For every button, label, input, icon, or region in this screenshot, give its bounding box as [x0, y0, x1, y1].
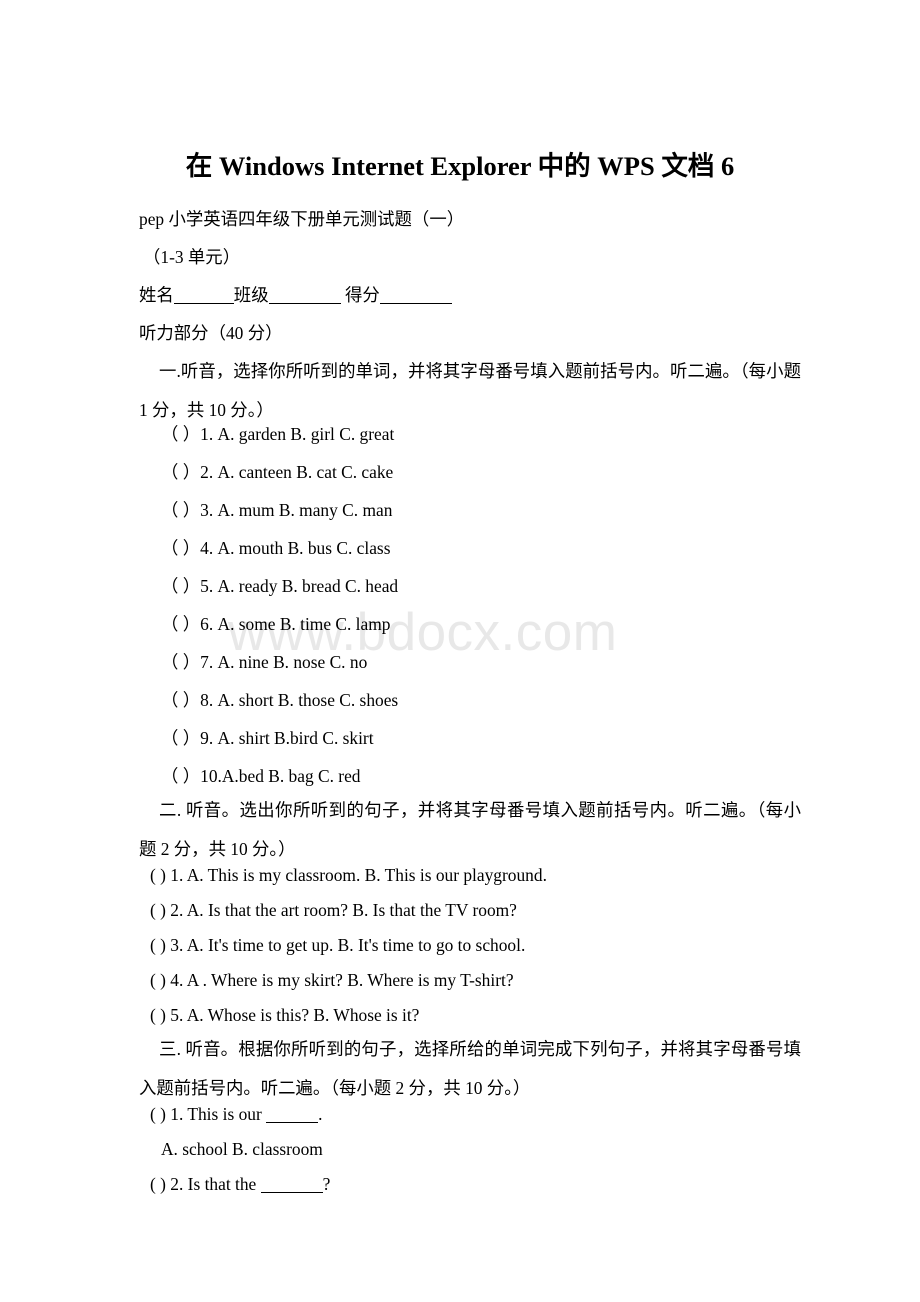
score-blank[interactable]: [379, 303, 452, 304]
document-page: www.bdocx.com 在 Windows Internet Explore…: [0, 0, 920, 1302]
section-one-item-8: （ ）8. A. short B. those C. shoes: [161, 690, 399, 710]
section-one-item-5: （ ）5. A. ready B. bread C. head: [161, 576, 399, 596]
section-three-item-2-prefix: ( ) 2. Is that the: [150, 1174, 261, 1194]
section-three-item-2-suffix: ?: [322, 1174, 331, 1194]
score-label: 得分: [344, 285, 380, 305]
section-two-item-1: ( ) 1. A. This is my classroom. B. This …: [150, 865, 547, 885]
section-two-item-4: ( ) 4. A . Where is my skirt? B. Where i…: [150, 970, 514, 990]
section-three-item-1-suffix: .: [318, 1104, 323, 1124]
section-one-item-7: （ ）7. A. nine B. nose C. no: [161, 652, 368, 672]
page-title: 在 Windows Internet Explorer 中的 WPS 文档 6: [185, 151, 735, 181]
section-one-item-3: （ ）3. A. mum B. many C. man: [161, 500, 393, 520]
section-three-item-2: ( ) 2. Is that the ?: [139, 1165, 330, 1204]
name-label: 姓名: [139, 285, 174, 305]
section-three-item-1-prefix: ( ) 1. This is our: [150, 1104, 267, 1124]
name-class-score-line: 姓名 班级 得分: [139, 276, 452, 315]
section-one-item-2: （ ）2. A. canteen B. cat C. cake: [161, 462, 394, 482]
section-three-item-1-choices: A. school B. classroom: [161, 1139, 323, 1159]
section-three-item-1: ( ) 1. This is our .: [139, 1095, 322, 1134]
subtitle-line-2: （1-3 单元）: [143, 247, 241, 267]
section-two-item-2: ( ) 2. A. Is that the art room? B. Is th…: [150, 900, 517, 920]
section-three-item-2-blank[interactable]: [260, 1192, 323, 1193]
class-label: 班级: [233, 285, 269, 305]
section-three-item-1-blank[interactable]: [266, 1122, 319, 1123]
subtitle-line-1: pep 小学英语四年级下册单元测试题（一）: [139, 209, 465, 229]
name-blank[interactable]: [173, 303, 234, 304]
section-one-item-1: （ ）1. A. garden B. girl C. great: [161, 424, 395, 444]
section-one-item-4: （ ）4. A. mouth B. bus C. class: [161, 538, 391, 558]
class-blank[interactable]: [268, 303, 341, 304]
section-two-item-3: ( ) 3. A. It's time to get up. B. It's t…: [150, 935, 526, 955]
section-one-item-9: （ ）9. A. shirt B.bird C. skirt: [161, 728, 374, 748]
section-one-item-10: （ ）10.A.bed B. bag C. red: [161, 766, 361, 786]
section-two-item-5: ( ) 5. A. Whose is this? B. Whose is it?: [150, 1005, 420, 1025]
listening-section-label: 听力部分（40 分）: [139, 323, 283, 343]
section-one-item-6: （ ）6. A. some B. time C. lamp: [161, 614, 391, 634]
